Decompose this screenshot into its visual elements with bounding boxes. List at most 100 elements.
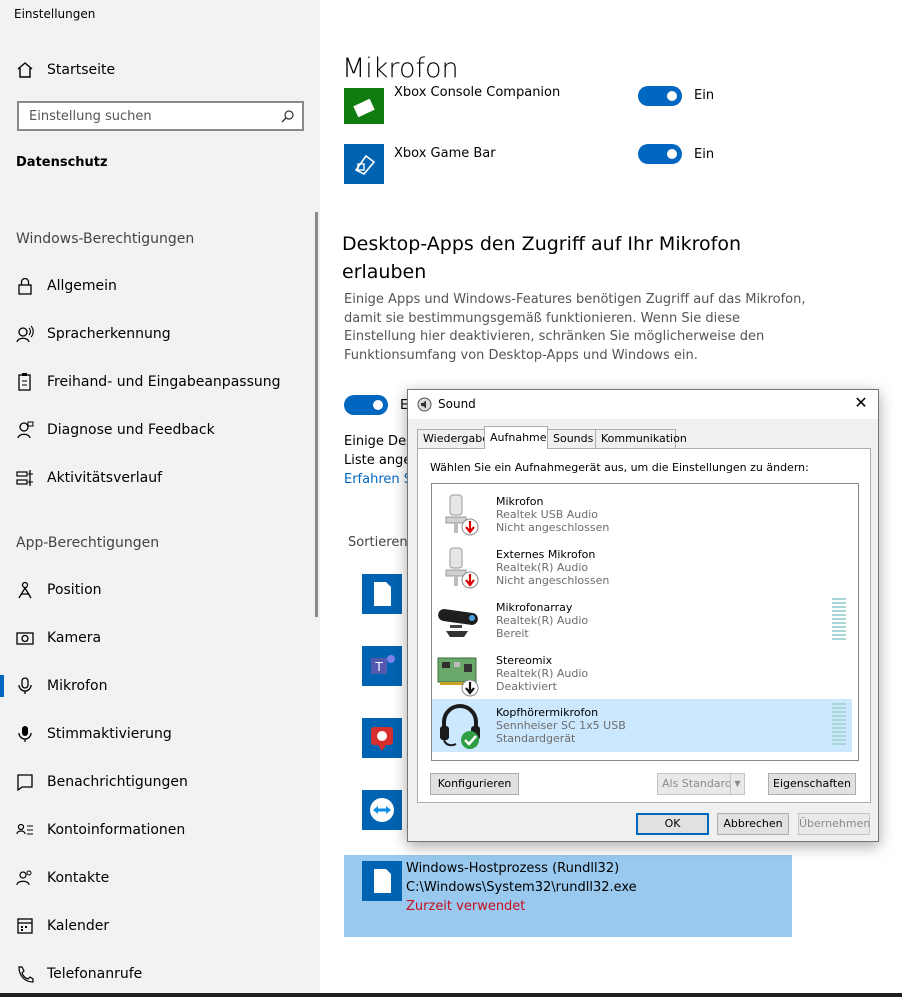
desktop-apps-heading: Desktop-Apps den Zugriff auf Ihr Mikrofo… <box>342 233 741 283</box>
svg-text:T: T <box>374 660 383 674</box>
sidebar-item-label: Spracherkennung <box>47 326 171 342</box>
tab-sounds[interactable]: Sounds <box>547 429 596 448</box>
xbox-console-icon <box>353 98 375 118</box>
properties-button[interactable]: Eigenschaften <box>768 773 856 795</box>
set-default-label: Als Standard <box>662 777 732 790</box>
external-microphone-icon <box>445 547 479 589</box>
device-driver: Realtek(R) Audio <box>496 667 589 680</box>
search-icon[interactable] <box>281 109 295 123</box>
account-info-icon <box>16 823 33 835</box>
sidebar-item-label: Aktivitätsverlauf <box>47 470 163 486</box>
sidebar-item-label: Freihand- und Eingabeanpassung <box>47 374 281 390</box>
app-tile-teamviewer <box>362 790 402 830</box>
device-name: Kopfhörermikrofon <box>496 706 599 719</box>
file-icon <box>374 869 391 893</box>
device-item-selected[interactable]: Kopfhörermikrofon Sennheiser SC 1x5 USB … <box>432 699 852 752</box>
red-app-icon <box>371 727 393 751</box>
microphone-icon <box>18 677 32 694</box>
search-input[interactable]: Einstellung suchen <box>29 109 152 124</box>
microphone-array-icon <box>438 609 478 637</box>
sidebar-item-allgemein[interactable]: Allgemein <box>0 266 316 306</box>
sidebar-item-label: Stimmaktivierung <box>47 726 172 742</box>
headset-icon <box>440 704 480 749</box>
section-windows-permissions: Windows-Berechtigungen <box>16 231 195 247</box>
sidebar-item-mikrofon[interactable]: Mikrofon <box>0 666 316 706</box>
xbox-game-bar-toggle[interactable] <box>638 144 682 164</box>
calendar-icon <box>17 918 33 934</box>
timeline-icon <box>16 470 33 486</box>
active-indicator <box>0 675 4 697</box>
device-list: Mikrofon Realtek USB Audio Nicht angesch… <box>431 483 859 761</box>
device-name: Mikrofon <box>496 495 544 508</box>
search-box[interactable]: Einstellung suchen <box>17 101 304 131</box>
sidebar-item-label: Kontoinformationen <box>47 822 186 838</box>
sidebar-item-benachrichtigungen[interactable]: Benachrichtigungen <box>0 762 316 802</box>
game-bar-icon <box>354 154 376 175</box>
app-tile-generic <box>362 574 402 614</box>
sidebar-item-label: Kontakte <box>47 870 110 886</box>
desktop-apps-description: Einige Apps und Windows-Features benötig… <box>344 292 806 363</box>
sort-label[interactable]: Sortieren <box>348 535 408 550</box>
sidebar-item-home[interactable]: Startseite <box>0 50 316 90</box>
recording-panel: Wählen Sie ein Aufnahmegerät aus, um die… <box>417 448 871 803</box>
sidebar-item-spracherkennung[interactable]: Spracherkennung <box>0 314 316 354</box>
xbox-companion-toggle[interactable] <box>638 86 682 106</box>
sound-dialog: Sound ✕ Wiedergabe Aufnahme Sounds Kommu… <box>407 389 879 842</box>
apply-button[interactable]: Übernehmen <box>798 813 870 835</box>
sidebar-item-position[interactable]: Position <box>0 570 316 610</box>
teams-icon: T <box>371 655 395 674</box>
contacts-icon <box>16 870 32 886</box>
set-default-button[interactable]: Als Standard ▼ <box>657 773 745 795</box>
sidebar-item-stimmaktivierung[interactable]: Stimmaktivierung <box>0 714 316 754</box>
cancel-button[interactable]: Abbrechen <box>717 813 789 835</box>
sidebar-item-telefonanrufe[interactable]: Telefonanrufe <box>0 954 316 994</box>
voice-icon <box>18 726 32 742</box>
microphone-device-icon <box>445 494 479 536</box>
sidebar-item-label: Kalender <box>47 918 110 934</box>
taskbar-edge <box>0 993 902 997</box>
sidebar-item-aktivitaet[interactable]: Aktivitätsverlauf <box>0 458 316 498</box>
device-item[interactable]: Externes Mikrofon Realtek(R) Audio Nicht… <box>432 541 852 594</box>
tab-aufnahme[interactable]: Aufnahme <box>484 426 548 449</box>
desktop-apps-toggle[interactable] <box>344 395 388 415</box>
learn-more-link[interactable]: Erfahren S <box>344 472 412 487</box>
configure-button[interactable]: Konfigurieren <box>430 773 519 795</box>
device-name: Stereomix <box>496 654 553 667</box>
ok-button[interactable]: OK <box>636 813 709 835</box>
desktop-info-text-1: Einige Des <box>344 434 413 449</box>
sidebar-item-kontakte[interactable]: Kontakte <box>0 858 316 898</box>
instruction-text: Wählen Sie ein Aufnahmegerät aus, um die… <box>430 461 809 474</box>
sidebar-scrollbar[interactable] <box>315 212 318 617</box>
sidebar-item-label: Mikrofon <box>47 678 108 694</box>
device-driver: Realtek(R) Audio <box>496 561 589 574</box>
app-path: C:\Windows\System32\rundll32.exe <box>406 880 637 895</box>
sidebar-item-kontoinformationen[interactable]: Kontoinformationen <box>0 810 316 850</box>
feedback-icon <box>17 421 34 439</box>
chevron-down-icon[interactable]: ▼ <box>730 774 744 794</box>
device-item[interactable]: Mikrofonarray Realtek(R) Audio Bereit <box>432 594 852 647</box>
dialog-titlebar[interactable]: Sound ✕ <box>408 390 878 419</box>
location-icon <box>18 581 32 599</box>
rundll32-tile <box>362 861 402 901</box>
tab-wiedergabe[interactable]: Wiedergabe <box>417 429 489 448</box>
device-driver: Sennheiser SC 1x5 USB <box>496 719 626 732</box>
dialog-title: Sound <box>438 397 476 411</box>
tab-kommunikation[interactable]: Kommunikation <box>595 429 687 448</box>
app-tile-red <box>362 718 402 758</box>
sidebar-item-kamera[interactable]: Kamera <box>0 618 316 658</box>
sidebar-item-diagnose[interactable]: Diagnose und Feedback <box>0 410 316 450</box>
phone-icon <box>18 966 34 983</box>
speech-icon <box>16 325 34 343</box>
desktop-info-text-2: Liste ange <box>344 453 412 468</box>
sidebar-item-freihand[interactable]: Freihand- und Eingabeanpassung <box>0 362 316 402</box>
lock-icon <box>18 277 32 295</box>
sidebar: Einstellungen Startseite Einstellung suc… <box>0 0 320 997</box>
device-name: Externes Mikrofon <box>496 548 596 561</box>
close-icon[interactable]: ✕ <box>852 394 870 412</box>
camera-icon <box>16 632 34 645</box>
device-item[interactable]: Stereomix Realtek(R) Audio Deaktiviert <box>432 647 852 700</box>
sidebar-item-kalender[interactable]: Kalender <box>0 906 316 946</box>
window-title: Einstellungen <box>14 7 96 21</box>
app-row-rundll32[interactable]: Windows-Hostprozess (Rundll32) C:\Window… <box>344 855 792 937</box>
device-item[interactable]: Mikrofon Realtek USB Audio Nicht angesch… <box>432 488 852 541</box>
